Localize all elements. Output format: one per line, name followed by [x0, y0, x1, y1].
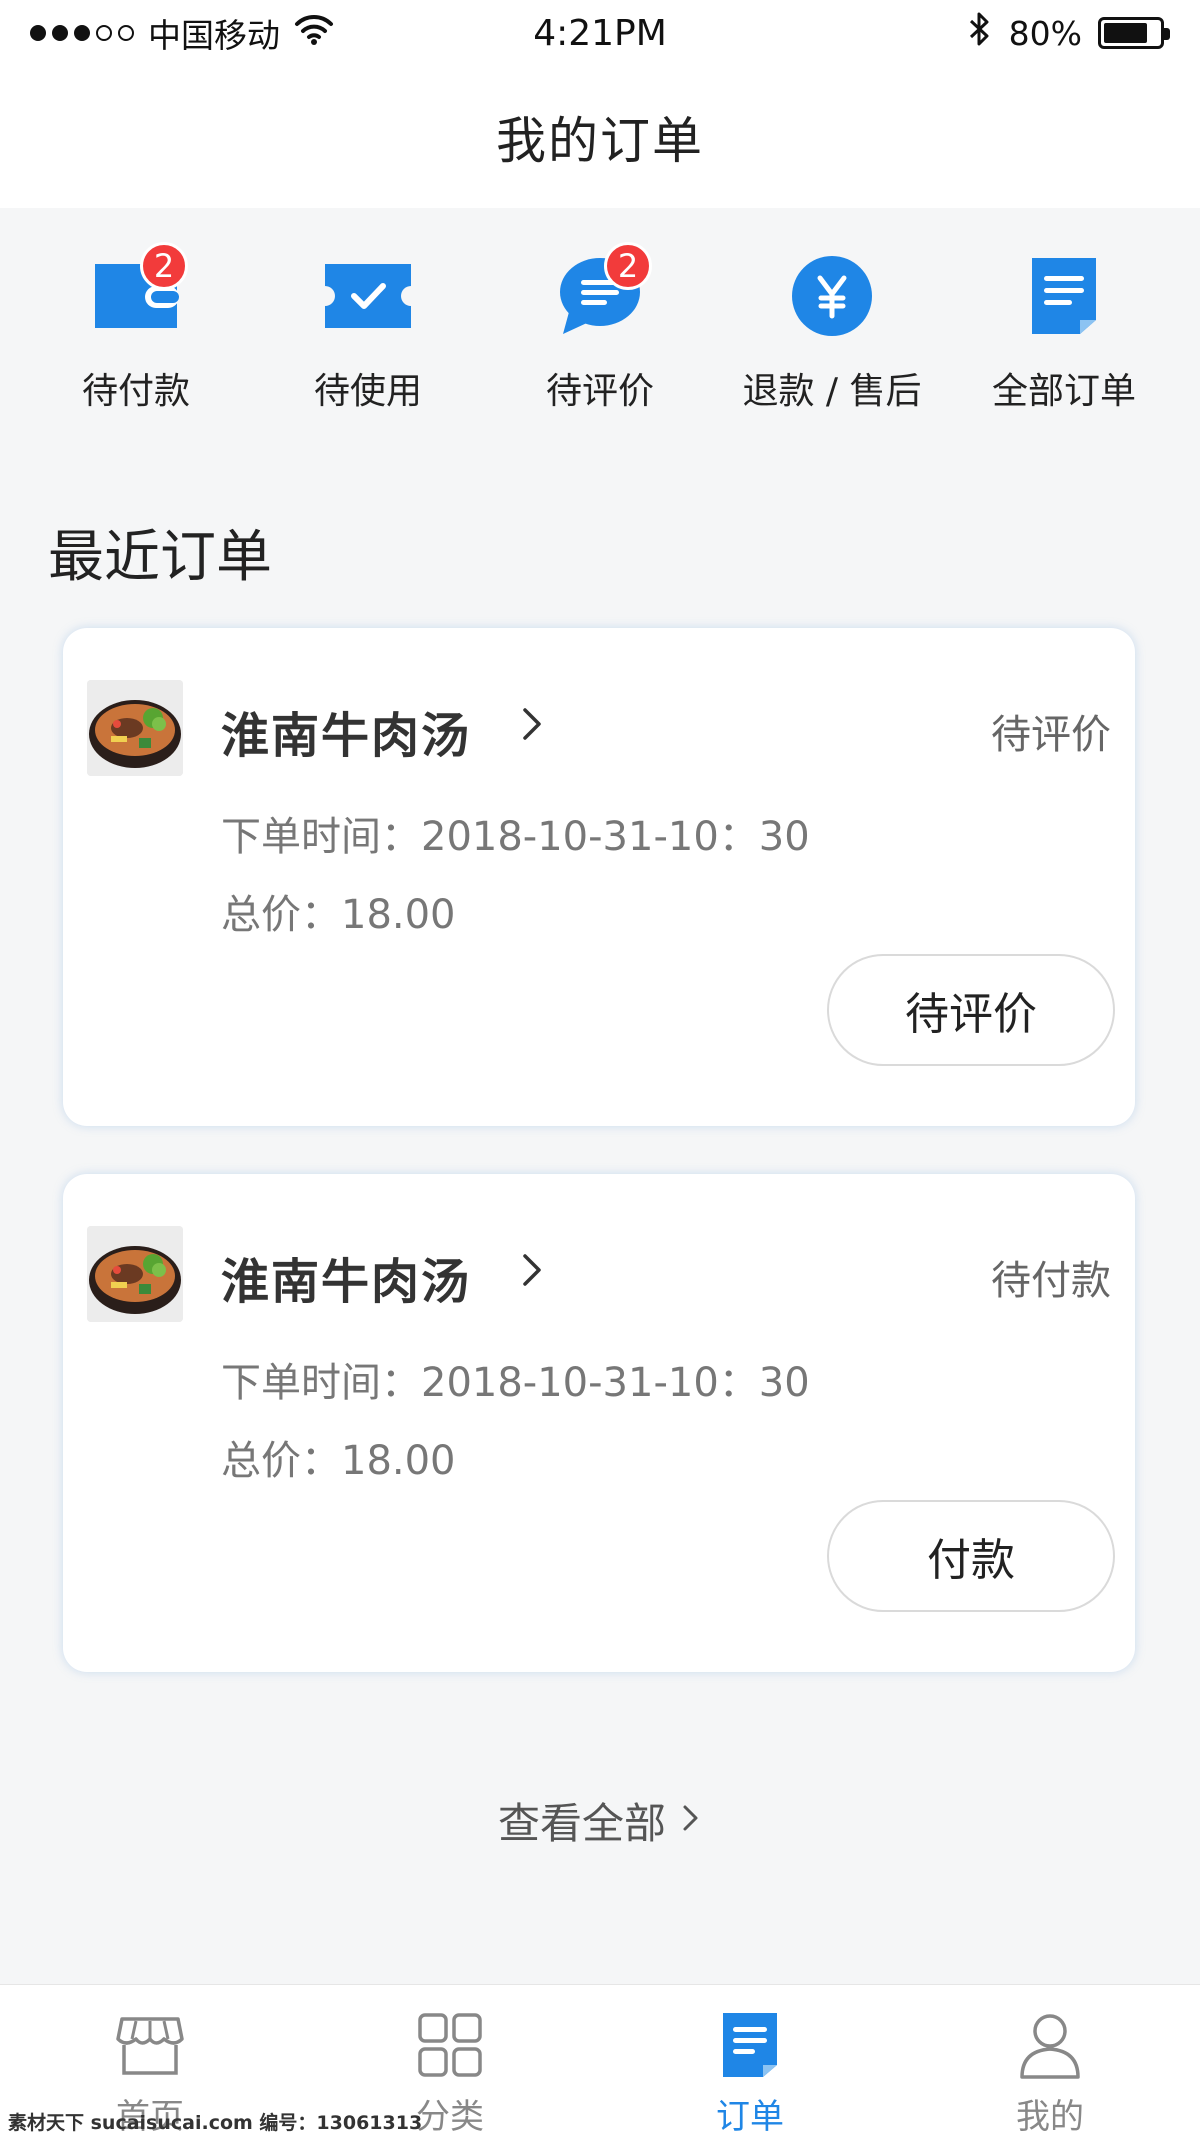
wifi-icon — [294, 13, 334, 53]
tab-orders[interactable]: 订单 — [600, 1985, 900, 2142]
shortcut-all-orders[interactable]: 全部订单 — [954, 232, 1174, 432]
shortcut-label: 待评价 — [545, 371, 654, 412]
shortcut-to-use[interactable]: 待使用 — [258, 232, 478, 432]
carrier-name: 中国移动 — [148, 16, 280, 55]
order-status: 待评价 — [991, 712, 1111, 758]
battery-level: 80% — [1008, 13, 1082, 53]
document-icon — [1028, 254, 1100, 342]
pay-button[interactable]: 付款 — [827, 1500, 1115, 1612]
shortcut-to-review[interactable]: 2 待评价 — [490, 232, 710, 432]
order-time: 下单时间：2018-10-31-10：30 — [221, 1360, 810, 1406]
page-title: 我的订单 — [496, 112, 704, 170]
review-button[interactable]: 待评价 — [827, 954, 1115, 1066]
order-card[interactable]: 淮南牛肉汤 待付款 下单时间：2018-10-31-10：30 总价：18.00… — [63, 1174, 1135, 1672]
tab-label: 我的 — [1016, 2097, 1084, 2137]
shortcut-label: 待使用 — [313, 371, 422, 412]
pending-payment-badge: 2 — [140, 242, 188, 290]
tab-label: 订单 — [716, 2097, 784, 2137]
chevron-right-icon[interactable] — [511, 702, 551, 746]
user-icon — [1010, 2005, 1090, 2085]
tab-label: 分类 — [416, 2097, 484, 2137]
store-icon — [110, 2005, 190, 2085]
yen-icon — [790, 254, 874, 342]
shortcut-label: 全部订单 — [991, 371, 1136, 412]
order-status-shortcuts: 2 待付款 待使用 2 待评价 退款 / 售后 全部订单 — [0, 232, 1200, 432]
tab-mine[interactable]: 我的 — [900, 1985, 1200, 2142]
food-thumbnail — [87, 680, 183, 776]
shortcut-pending-payment[interactable]: 2 待付款 — [26, 232, 246, 432]
order-total: 总价：18.00 — [221, 1438, 456, 1484]
shop-name[interactable]: 淮南牛肉汤 — [221, 696, 471, 766]
food-thumbnail — [87, 1226, 183, 1322]
order-time: 下单时间：2018-10-31-10：30 — [221, 814, 810, 860]
to-review-badge: 2 — [604, 242, 652, 290]
view-all-label: 查看全部 — [497, 1799, 666, 1848]
shortcut-label: 退款 / 售后 — [742, 371, 922, 412]
ticket-icon — [321, 260, 415, 336]
signal-icon — [30, 25, 134, 41]
recent-orders-title: 最近订单 — [48, 525, 272, 590]
bluetooth-icon — [967, 11, 993, 55]
grid-icon — [410, 2005, 490, 2085]
watermark: 素材天下 sucaisucai.com 编号：13061313 — [8, 2112, 423, 2134]
shortcut-refund[interactable]: 退款 / 售后 — [722, 232, 942, 432]
shop-name[interactable]: 淮南牛肉汤 — [221, 1242, 471, 1312]
status-time: 4:21PM — [533, 12, 667, 54]
shortcut-label: 待付款 — [81, 371, 190, 412]
chevron-right-icon[interactable] — [511, 1248, 551, 1292]
nav-header: 我的订单 — [0, 66, 1200, 208]
order-status: 待付款 — [991, 1258, 1111, 1304]
battery-icon — [1098, 17, 1170, 49]
chevron-right-icon — [680, 1796, 702, 1845]
order-icon — [710, 2005, 790, 2085]
order-total: 总价：18.00 — [221, 892, 456, 938]
status-bar: 中国移动 4:21PM 80% — [0, 0, 1200, 66]
order-card[interactable]: 淮南牛肉汤 待评价 下单时间：2018-10-31-10：30 总价：18.00… — [63, 628, 1135, 1126]
view-all-link[interactable]: 查看全部 — [0, 1790, 1200, 1851]
